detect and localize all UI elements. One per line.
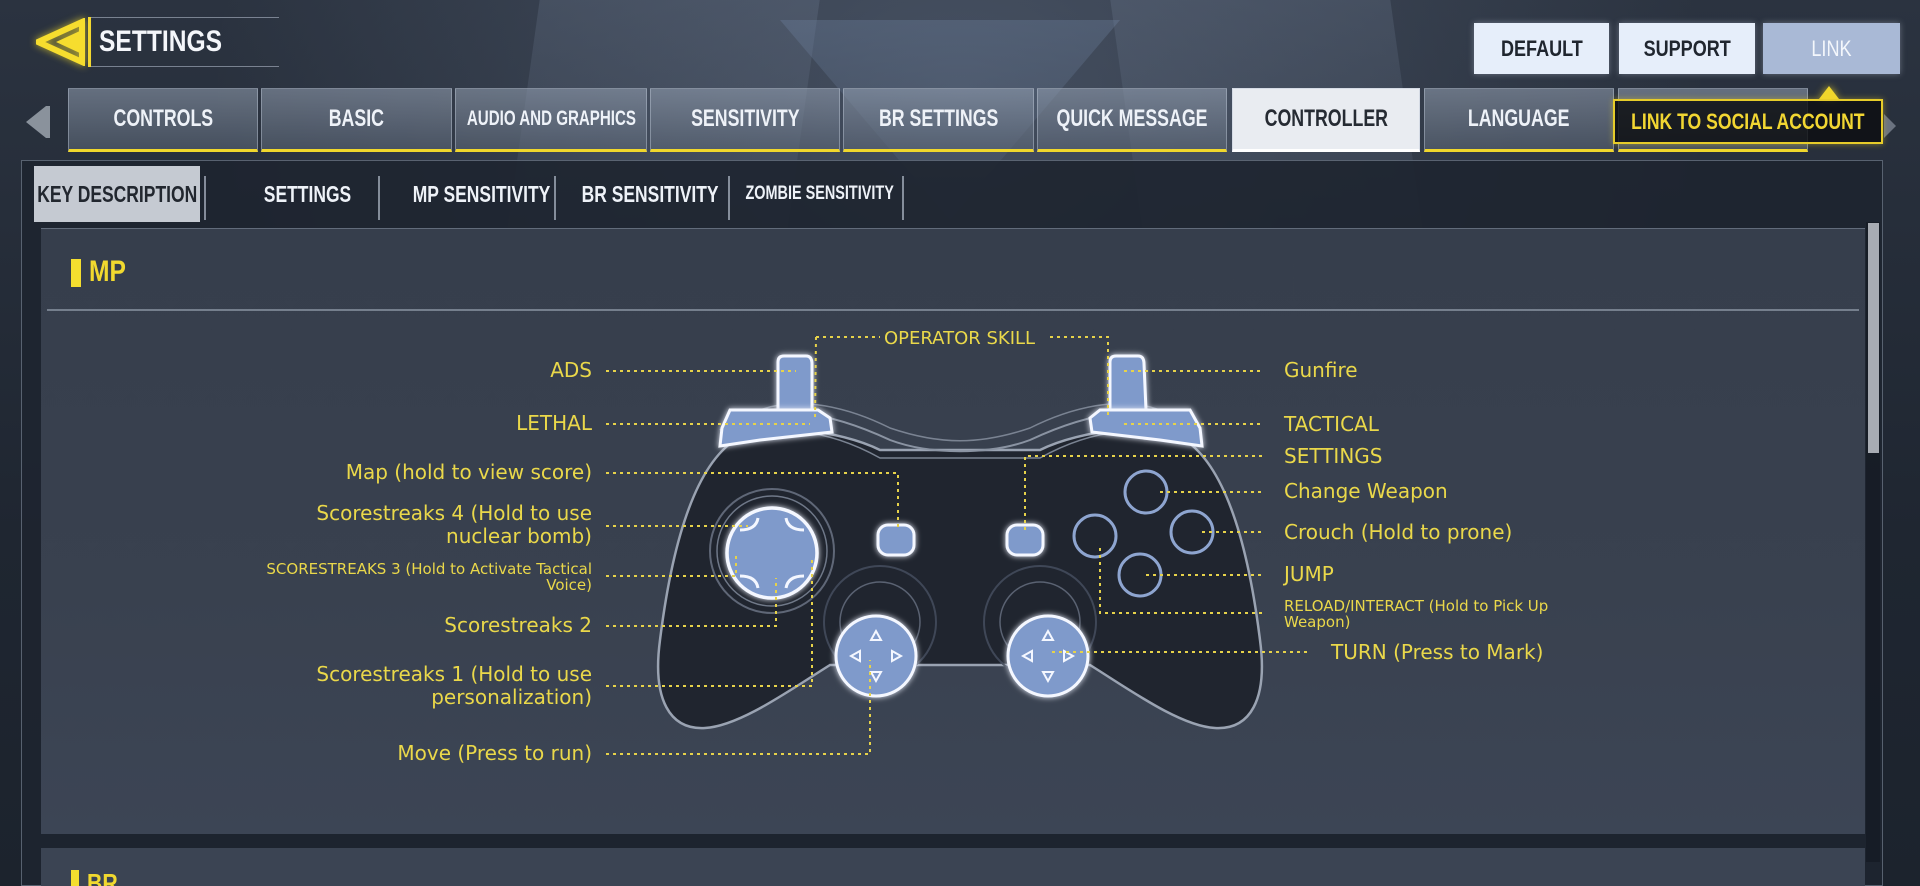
tab-controller[interactable]: CONTROLLER xyxy=(1232,88,1420,152)
subtab-br-sensitivity[interactable]: BR SENSITIVITY xyxy=(558,166,742,222)
page-title-box: SETTINGS xyxy=(88,17,280,67)
tab-controls[interactable]: CONTROLS xyxy=(68,88,258,152)
section-marker xyxy=(71,259,81,287)
label-crouch: Crouch (Hold to prone) xyxy=(1284,520,1513,544)
br-section: BR xyxy=(41,848,1865,886)
subtab-label: ZOMBIE SENSITIVITY xyxy=(745,183,895,204)
tab-label: BR SETTINGS xyxy=(878,105,999,132)
section-title: MP xyxy=(89,255,126,288)
label-scorestreaks3-line1: SCORESTREAKS 3 (Hold to Activate Tactica… xyxy=(266,560,592,578)
tabs-scroll-left-icon[interactable] xyxy=(22,104,50,140)
label-reload-line2: Weapon) xyxy=(1284,613,1351,631)
subtab-divider xyxy=(378,176,380,220)
link-button-label: LINK xyxy=(1811,35,1852,61)
label-gunfire: Gunfire xyxy=(1284,358,1358,382)
mp-section: MP xyxy=(41,228,1865,834)
tab-br-settings[interactable]: BR SETTINGS xyxy=(843,88,1034,152)
section-marker xyxy=(71,870,79,886)
label-lethal: LETHAL xyxy=(516,411,592,435)
link-button[interactable]: LINK xyxy=(1763,23,1900,74)
label-scorestreaks1-line1: Scorestreaks 1 (Hold to use xyxy=(316,662,592,686)
subtab-mp-sensitivity[interactable]: MP SENSITIVITY xyxy=(382,166,582,222)
subtab-divider xyxy=(204,176,206,220)
label-scorestreaks4-line1: Scorestreaks 4 (Hold to use xyxy=(316,501,592,525)
support-button[interactable]: SUPPORT xyxy=(1619,23,1755,74)
tab-label: CONTROLLER xyxy=(1264,105,1388,132)
tab-label: AUDIO AND GRAPHICS xyxy=(466,107,636,130)
scrollbar-thumb[interactable] xyxy=(1868,223,1879,453)
default-button[interactable]: DEFAULT xyxy=(1474,23,1609,74)
subtab-zombie-sensitivity[interactable]: ZOMBIE SENSITIVITY xyxy=(732,166,908,222)
support-button-label: SUPPORT xyxy=(1643,35,1731,61)
label-ads: ADS xyxy=(550,358,592,382)
link-social-tooltip: LINK TO SOCIAL ACCOUNT xyxy=(1613,99,1883,144)
tab-label: QUICK MESSAGE xyxy=(1056,105,1208,132)
back-button[interactable] xyxy=(30,17,86,67)
label-scorestreaks4-line2: nuclear bomb) xyxy=(446,524,592,548)
section-divider xyxy=(47,309,1859,311)
label-operator-skill: OPERATOR SKILL xyxy=(884,328,1036,349)
label-scorestreaks2: Scorestreaks 2 xyxy=(444,613,592,637)
tabs-scroll-right-icon[interactable] xyxy=(1884,114,1898,138)
default-button-label: DEFAULT xyxy=(1500,35,1583,61)
subtab-divider xyxy=(728,176,730,220)
page-title: SETTINGS xyxy=(99,25,223,58)
label-scorestreaks3-line2: Voice) xyxy=(546,576,592,594)
header: SETTINGS xyxy=(30,17,280,67)
tab-quick-message[interactable]: QUICK MESSAGE xyxy=(1037,88,1227,152)
tab-language[interactable]: LANGUAGE xyxy=(1424,88,1614,152)
back-arrow-icon xyxy=(30,17,85,67)
subtab-divider xyxy=(902,176,904,220)
tab-label: SENSITIVITY xyxy=(690,105,800,132)
dpad xyxy=(725,506,819,600)
subtab-divider xyxy=(554,176,556,220)
tab-label: BASIC xyxy=(328,105,385,132)
tooltip-text: LINK TO SOCIAL ACCOUNT xyxy=(1631,108,1865,134)
subtab-label: MP SENSITIVITY xyxy=(413,180,551,207)
subtab-label: KEY DESCRIPTION xyxy=(37,180,197,207)
subtab-key-description[interactable]: KEY DESCRIPTION xyxy=(34,166,200,222)
subtab-label: BR SENSITIVITY xyxy=(581,180,719,207)
tab-basic[interactable]: BASIC xyxy=(261,88,452,152)
section-title: BR xyxy=(87,868,118,886)
tab-label: LANGUAGE xyxy=(1468,105,1570,132)
label-turn: TURN (Press to Mark) xyxy=(1331,640,1544,664)
label-tactical: TACTICAL xyxy=(1284,412,1379,436)
subtab-label: SETTINGS xyxy=(264,180,352,207)
label-scorestreaks1-line2: personalization) xyxy=(431,685,592,709)
tab-sensitivity[interactable]: SENSITIVITY xyxy=(650,88,840,152)
tooltip-caret-icon xyxy=(1819,86,1839,99)
label-change-weapon: Change Weapon xyxy=(1284,479,1448,503)
label-map: Map (hold to view score) xyxy=(345,460,592,484)
label-settings: SETTINGS xyxy=(1284,444,1383,468)
tab-audio-and-graphics[interactable]: AUDIO AND GRAPHICS xyxy=(455,88,647,152)
label-move: Move (Press to run) xyxy=(397,741,592,765)
tab-label: CONTROLS xyxy=(113,105,213,132)
label-jump: JUMP xyxy=(1284,562,1334,586)
